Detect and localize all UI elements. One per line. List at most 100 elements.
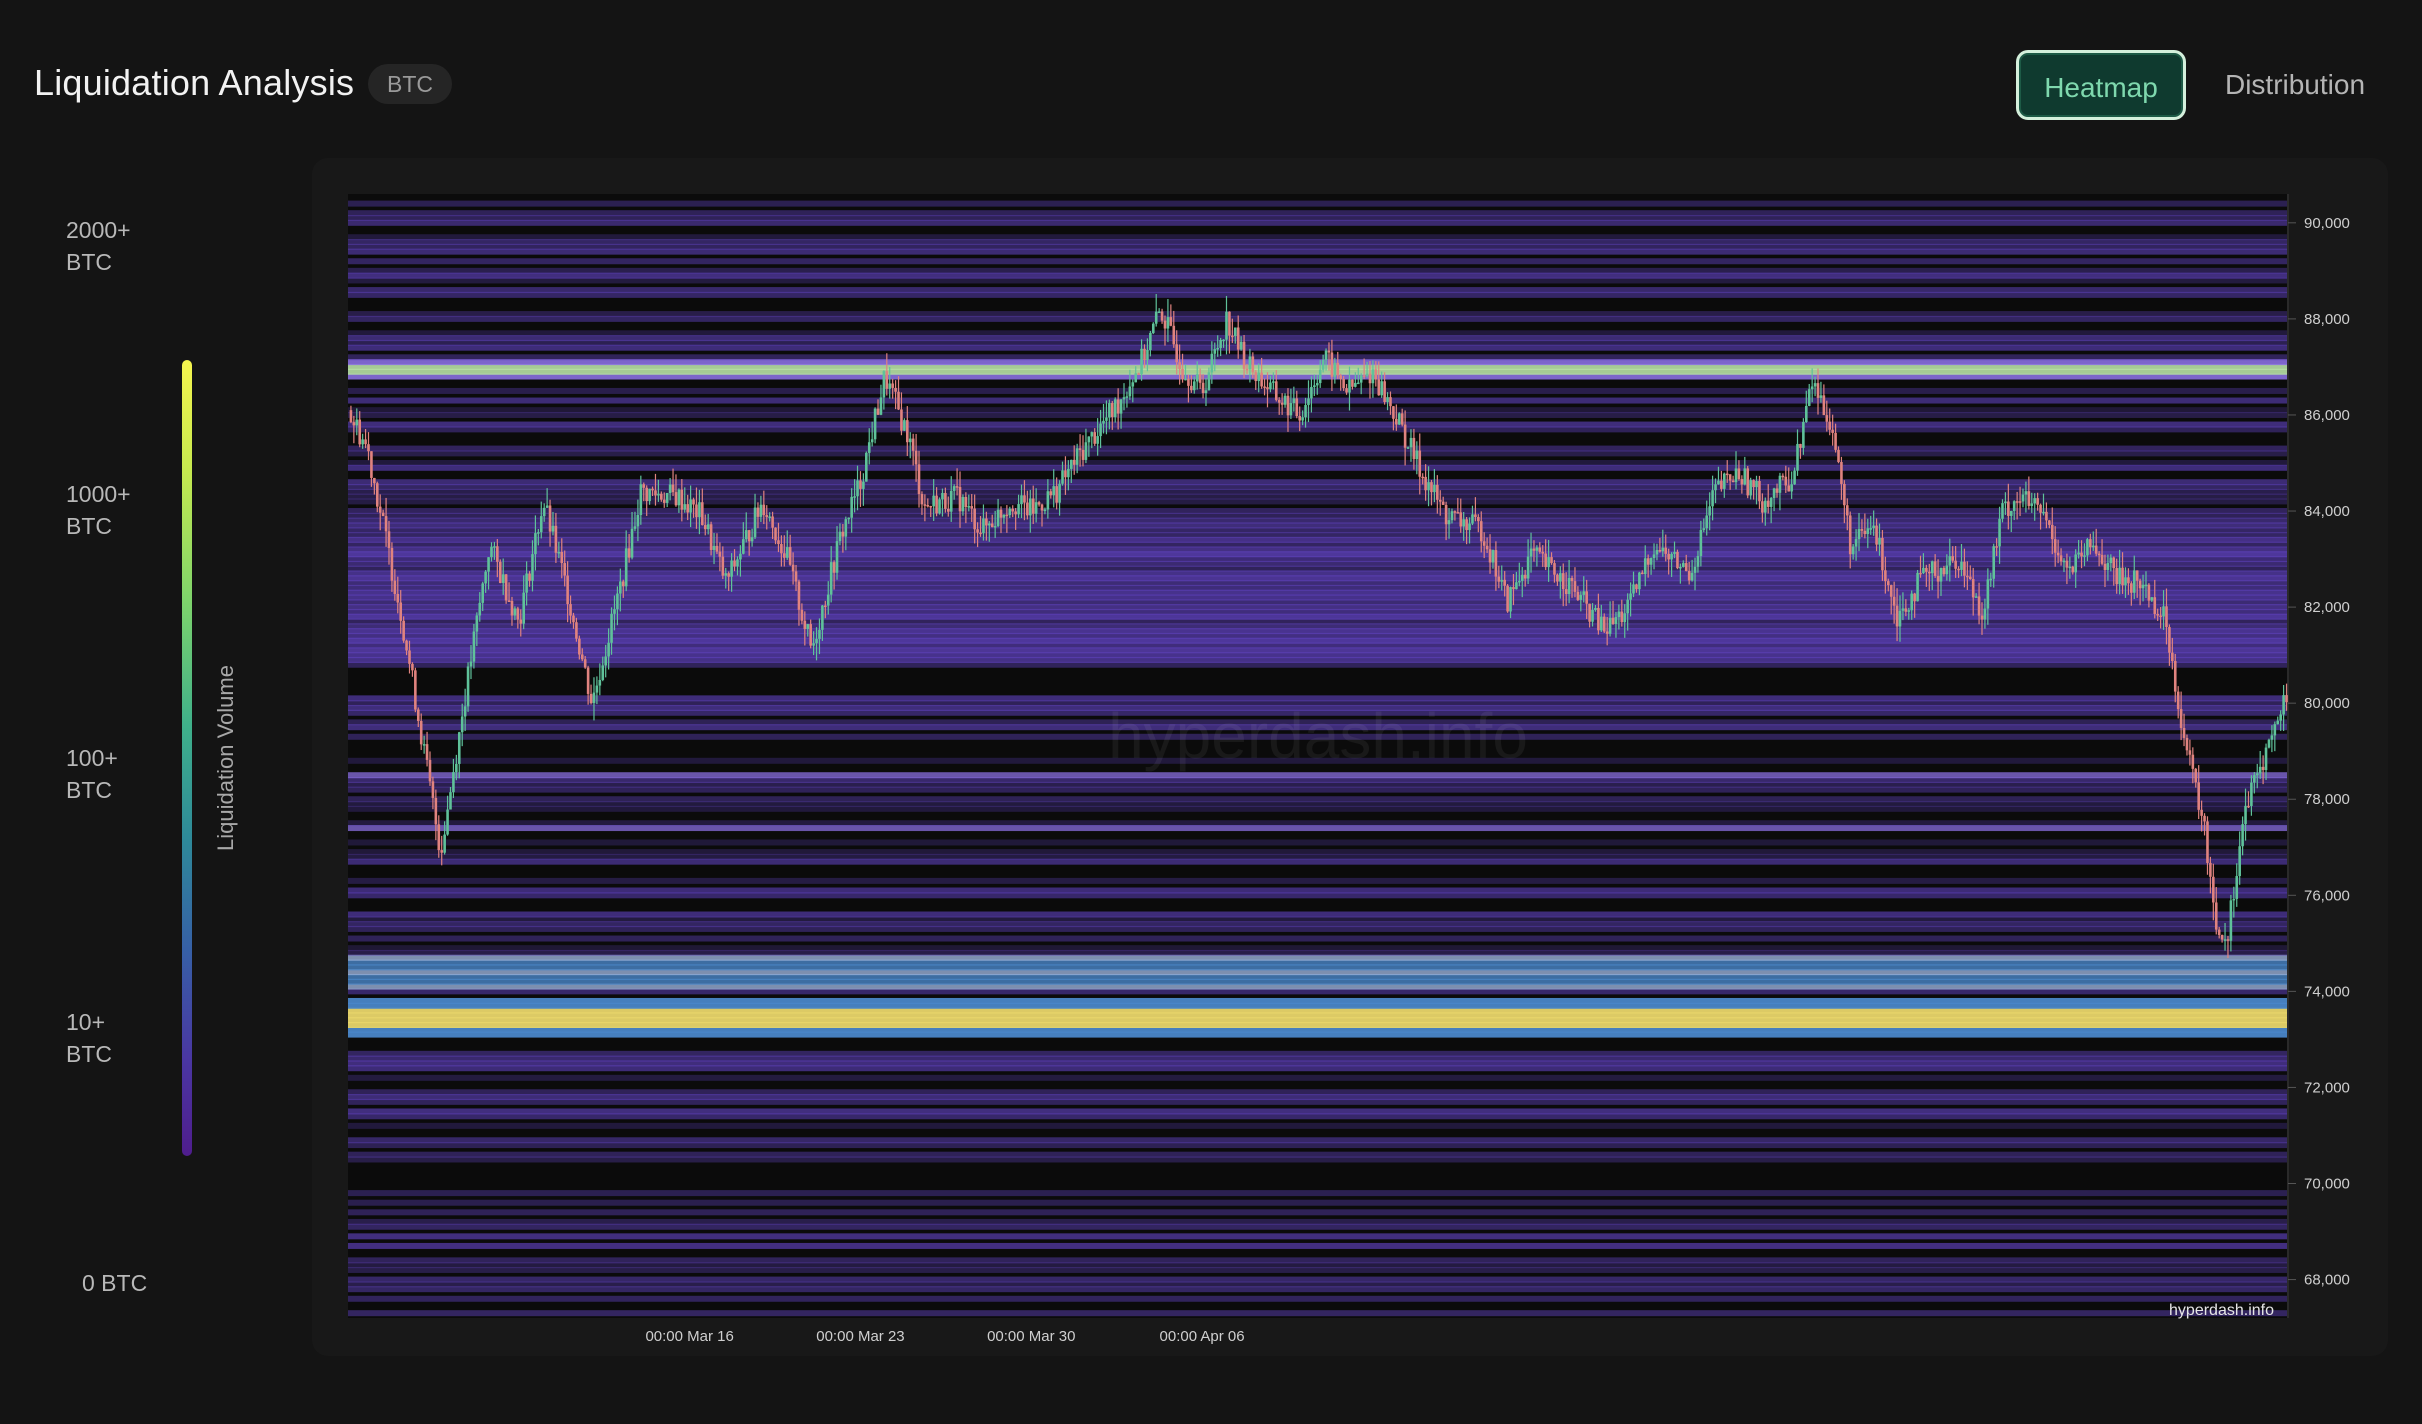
candle-body — [695, 504, 698, 518]
candle-body — [1441, 501, 1445, 505]
candle-body — [2083, 555, 2086, 557]
candle-body — [455, 763, 458, 773]
candle-body — [1087, 436, 1091, 443]
candle-body — [2156, 613, 2159, 616]
candle-body — [1851, 546, 1855, 555]
candle-body — [440, 850, 444, 853]
candle-body — [396, 593, 400, 603]
candle-body — [1295, 398, 1299, 417]
candle-body — [616, 593, 619, 610]
candle-body — [633, 526, 637, 529]
candle-body — [493, 546, 496, 548]
candle-body — [648, 488, 651, 502]
candle-body — [1913, 593, 1916, 602]
candle-body — [1875, 525, 1878, 545]
candle-body — [914, 450, 918, 465]
candle-body — [671, 484, 675, 493]
candle-body — [408, 650, 411, 664]
candle-body — [1403, 424, 1407, 448]
candle-body — [1518, 580, 1521, 583]
heatmap-band — [348, 210, 2288, 217]
candle-body — [2033, 498, 2037, 504]
candle-body — [2171, 652, 2174, 662]
candle-body — [636, 515, 640, 527]
candle-body — [367, 444, 370, 452]
heatmap-band — [348, 407, 2288, 414]
candle-body — [1980, 615, 1984, 620]
candle-body — [1520, 574, 1524, 581]
candle-body — [2223, 939, 2227, 941]
candle-body — [1488, 549, 1492, 563]
heatmap-band — [348, 1295, 2288, 1302]
candle-body — [399, 602, 403, 621]
candle-body — [1834, 432, 1837, 450]
candle-body — [949, 490, 953, 512]
candle-body — [944, 493, 947, 509]
candle-body — [1629, 593, 1632, 600]
candle-body — [1787, 485, 1791, 492]
candle-body — [1966, 575, 1969, 578]
candle-body — [2150, 597, 2154, 601]
tab-distribution[interactable]: Distribution — [2200, 50, 2390, 120]
candle-body — [2188, 750, 2192, 755]
candle-body — [1313, 385, 1316, 387]
legend-unit: BTC — [66, 1041, 112, 1067]
tab-heatmap[interactable]: Heatmap — [2016, 50, 2186, 120]
candle-body — [2194, 768, 2198, 783]
candle-body — [1286, 395, 1290, 416]
candle-body — [2282, 695, 2285, 715]
candle-body — [1143, 348, 1146, 361]
candle-body — [876, 408, 880, 415]
watermark: hyperdash.info — [1108, 700, 1528, 772]
candle-body — [1201, 382, 1205, 394]
candle-body — [452, 772, 455, 793]
heatmap-band — [348, 1151, 2288, 1158]
candle-body — [794, 571, 798, 582]
candle-body — [1872, 525, 1875, 529]
candle-body — [1711, 490, 1714, 507]
candle-body — [1837, 449, 1840, 463]
candle-body — [1828, 421, 1832, 430]
candle-body — [1840, 462, 1843, 484]
y-tick-label: 80,000 — [2304, 695, 2350, 712]
candle-body — [2056, 552, 2060, 556]
candle-body — [443, 834, 446, 853]
candle-body — [434, 797, 438, 825]
candle-body — [1395, 418, 1398, 425]
candle-body — [838, 531, 842, 542]
asset-badge[interactable]: BTC — [368, 64, 452, 104]
candle-body — [870, 439, 874, 443]
y-tick-label: 68,000 — [2304, 1272, 2350, 1289]
candle-body — [826, 594, 830, 606]
candle-body — [1752, 480, 1755, 488]
candle-body — [2039, 504, 2042, 513]
candle-body — [835, 541, 839, 573]
candle-body — [894, 387, 897, 392]
candle-body — [349, 410, 353, 423]
candle-body — [1573, 581, 1577, 592]
candle-body — [1556, 574, 1559, 582]
heatmap-band — [348, 1310, 2288, 1317]
liquidation-heatmap[interactable]: hyperdash.info 90,000 88,000 86,000 84,000 8… — [312, 158, 2388, 1356]
candle-body — [1998, 518, 2001, 547]
candle-body — [1292, 398, 1296, 404]
candle-body — [677, 489, 681, 506]
candle-body — [660, 493, 663, 500]
candle-body — [1936, 575, 1940, 582]
legend-label-2000: 2000+ BTC — [66, 214, 131, 278]
candle-body — [1705, 515, 1709, 529]
candle-body — [2250, 782, 2253, 806]
legend-label-zero: 0 BTC — [82, 1270, 148, 1296]
candle-body — [1345, 388, 1348, 393]
candle-body — [2214, 902, 2218, 930]
candle-body — [1301, 417, 1304, 421]
candle-body — [1684, 563, 1688, 572]
candle-body — [1799, 443, 1802, 448]
candle-body — [2074, 554, 2077, 573]
candle-body — [1207, 372, 1211, 391]
candle-body — [2097, 553, 2101, 556]
candle-body — [1406, 447, 1410, 449]
candle-body — [1485, 545, 1489, 550]
candle-body — [1242, 341, 1246, 369]
candle-body — [352, 422, 356, 426]
